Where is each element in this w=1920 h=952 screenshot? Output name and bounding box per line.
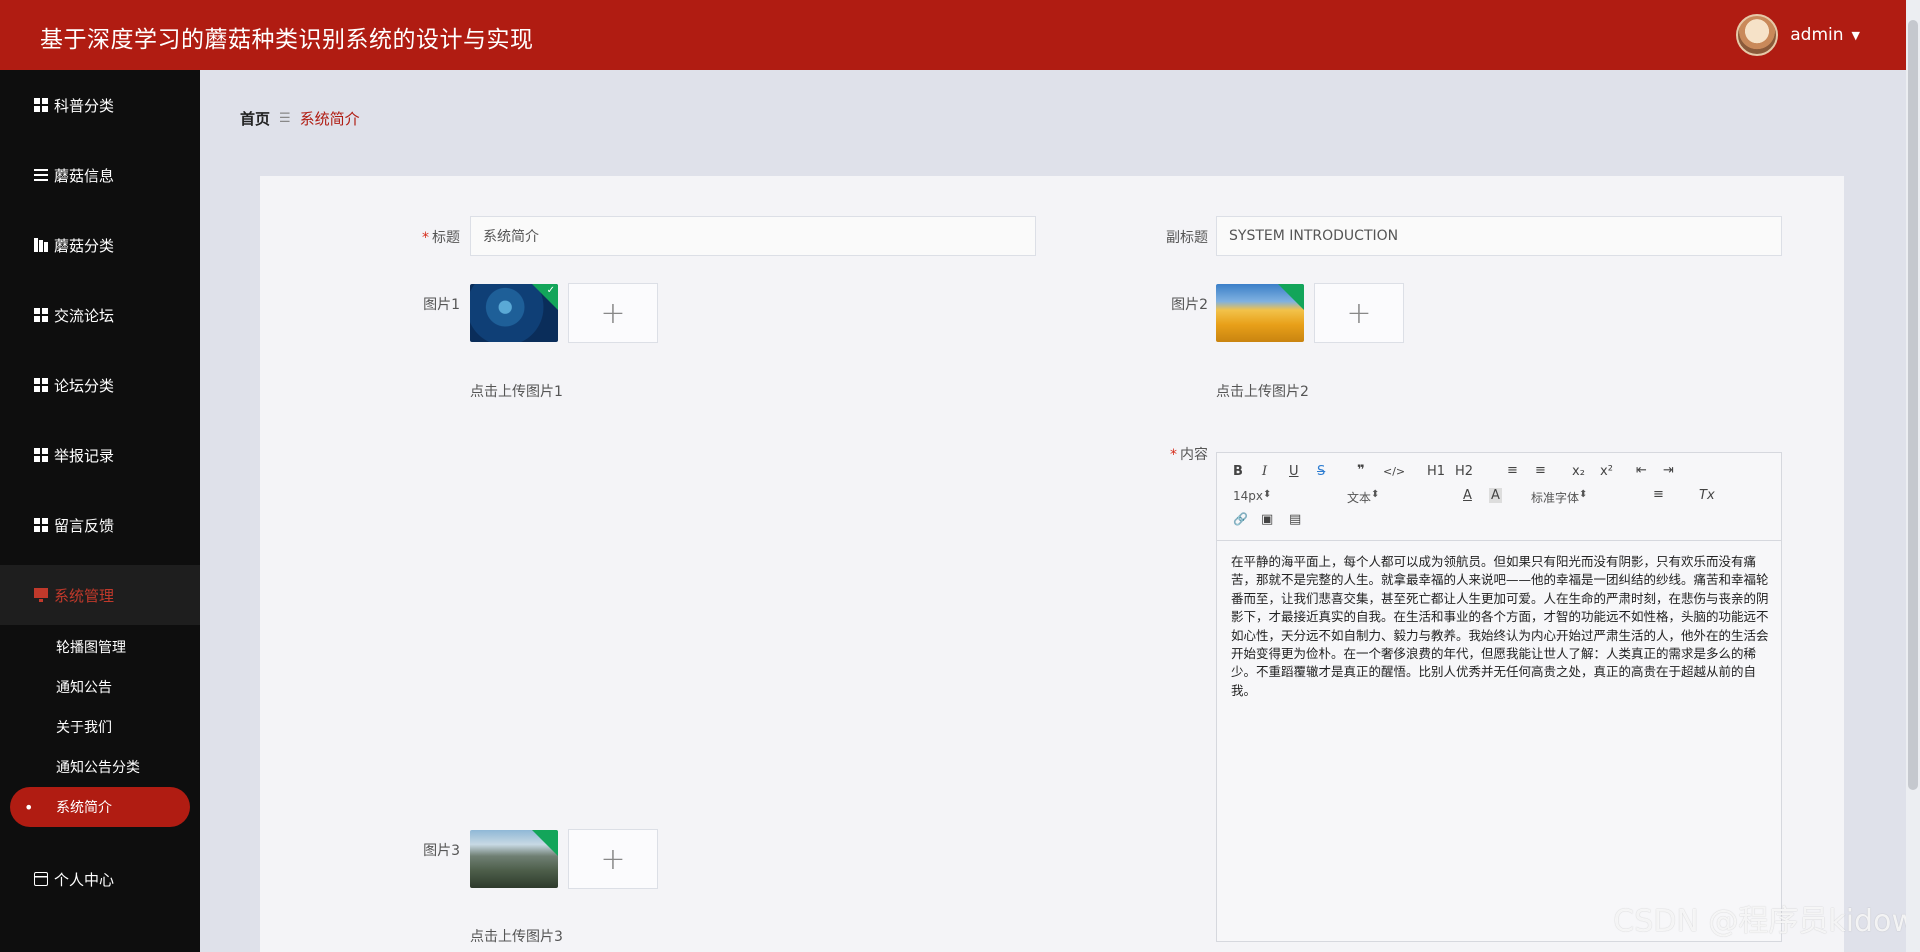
sidebar-item-mushroom-category[interactable]: 蘑菇分类 (0, 215, 200, 275)
image3-upload-button[interactable]: + (568, 829, 658, 889)
watermark: CSDN @程序员kidow (1613, 904, 1916, 939)
align-icon[interactable]: ≡ (1653, 487, 1664, 502)
page-scrollbar[interactable] (1906, 0, 1920, 952)
image-icon[interactable]: ▣ (1261, 512, 1273, 527)
sidebar-subitem-notice-category[interactable]: 通知公告分类 (56, 749, 140, 785)
card-icon (34, 872, 48, 886)
italic-icon[interactable]: I (1262, 464, 1267, 479)
top-header: 基于深度学习的蘑菇种类识别系统的设计与实现 admin ▼ (0, 0, 1920, 70)
subtitle-input[interactable]: SYSTEM INTRODUCTION (1216, 216, 1782, 256)
sidebar-item-label: 科普分类 (54, 96, 115, 115)
title-label: * 标题 (422, 230, 460, 246)
editor-content[interactable]: 在平静的海平面上，每个人都可以成为领航员。但如果只有阳光而没有阴影，只有欢乐而没… (1231, 553, 1771, 700)
grid-icon (34, 518, 48, 532)
scrollbar-thumb[interactable] (1908, 20, 1918, 790)
sidebar-subitem-notices[interactable]: 通知公告 (56, 669, 112, 705)
text-color-icon[interactable]: A (1463, 488, 1472, 503)
underline-icon[interactable]: U (1289, 464, 1299, 479)
strikethrough-icon[interactable]: S (1317, 464, 1325, 479)
breadcrumb-current: 系统简介 (299, 110, 360, 128)
sidebar-item-forum[interactable]: 交流论坛 (0, 285, 200, 345)
image2-hint: 点击上传图片2 (1216, 384, 1309, 400)
font-family-select[interactable]: 标准字体 (1531, 489, 1631, 506)
title-input[interactable]: 系统简介 (470, 216, 1036, 256)
breadcrumb: 首页 ☰ 系统简介 (240, 108, 360, 129)
heading2-icon[interactable]: H2 (1455, 464, 1473, 479)
sidebar-item-label: 留言反馈 (54, 516, 115, 535)
grid-icon (34, 308, 48, 322)
sidebar-item-label: 个人中心 (54, 870, 115, 889)
clear-format-icon[interactable]: Tx (1699, 488, 1715, 503)
superscript-icon[interactable]: x² (1600, 464, 1613, 479)
bullet-list-icon[interactable]: ≡ (1535, 463, 1546, 478)
code-icon[interactable]: </> (1383, 465, 1405, 478)
subscript-icon[interactable]: x₂ (1572, 464, 1585, 479)
check-icon: ✓ (546, 285, 555, 296)
sidebar-item-forum-category[interactable]: 论坛分类 (0, 355, 200, 415)
grid-icon (34, 98, 48, 112)
sidebar-item-label: 系统管理 (54, 586, 115, 605)
sidebar: 科普分类 蘑菇信息 蘑菇分类 交流论坛 论坛分类 举报记录 留言反馈 系统管理 … (0, 70, 200, 952)
app-title: 基于深度学习的蘑菇种类识别系统的设计与实现 (40, 27, 534, 53)
sidebar-item-label: 举报记录 (54, 446, 115, 465)
background-color-icon[interactable]: A (1489, 488, 1502, 503)
blockquote-icon[interactable]: ❞ (1357, 463, 1365, 478)
sidebar-item-feedback[interactable]: 留言反馈 (0, 495, 200, 555)
username[interactable]: admin (1790, 25, 1843, 45)
sidebar-subitem-about-us[interactable]: 关于我们 (56, 709, 112, 745)
monitor-icon (34, 588, 48, 602)
book-icon (34, 238, 48, 252)
font-size-select[interactable]: 14px (1233, 489, 1321, 503)
sidebar-subitem-system-intro[interactable]: 系统简介 (10, 787, 190, 827)
image2-upload-button[interactable]: + (1314, 283, 1404, 343)
avatar[interactable] (1736, 14, 1779, 56)
list-icon (34, 168, 48, 182)
breadcrumb-home[interactable]: 首页 (240, 108, 270, 129)
grid-icon (34, 448, 48, 462)
sidebar-item-reports[interactable]: 举报记录 (0, 425, 200, 485)
rich-text-editor[interactable]: B I U S ❞ </> H1 H2 ≡ ≡ x₂ x² ⇤ ⇥ 14px 文… (1216, 452, 1782, 942)
image1-upload-button[interactable]: + (568, 283, 658, 343)
image2-thumbnail[interactable] (1216, 284, 1304, 342)
editor-toolbar: B I U S ❞ </> H1 H2 ≡ ≡ x₂ x² ⇤ ⇥ 14px 文… (1217, 453, 1781, 541)
menu-icon: ☰ (279, 111, 291, 126)
video-icon[interactable]: ▤ (1289, 512, 1301, 527)
image3-thumbnail[interactable] (470, 830, 558, 888)
user-menu[interactable]: admin ▼ (1736, 14, 1860, 56)
outdent-icon[interactable]: ⇤ (1636, 463, 1647, 478)
image1-thumbnail[interactable]: ✓ (470, 284, 558, 342)
sidebar-item-label: 论坛分类 (54, 376, 115, 395)
subtitle-label: 副标题 (1166, 230, 1208, 246)
caret-down-icon[interactable]: ▼ (1852, 29, 1860, 42)
sidebar-item-label: 蘑菇分类 (54, 236, 115, 255)
sidebar-item-personal-center[interactable]: 个人中心 (0, 849, 200, 909)
image2-label: 图片2 (1171, 297, 1208, 313)
sidebar-subitem-carousel[interactable]: 轮播图管理 (56, 629, 126, 665)
indent-icon[interactable]: ⇥ (1663, 463, 1674, 478)
sidebar-item-system-management[interactable]: 系统管理 (0, 565, 200, 625)
image1-hint: 点击上传图片1 (470, 384, 563, 400)
image3-label: 图片3 (423, 843, 460, 859)
link-icon[interactable]: 🔗 (1233, 512, 1248, 526)
ordered-list-icon[interactable]: ≡ (1507, 463, 1518, 478)
image3-hint: 点击上传图片3 (470, 929, 563, 945)
sidebar-item-science-category[interactable]: 科普分类 (0, 75, 200, 135)
image1-label: 图片1 (423, 297, 460, 313)
sidebar-item-label: 蘑菇信息 (54, 166, 115, 185)
grid-icon (34, 378, 48, 392)
sidebar-item-mushroom-info[interactable]: 蘑菇信息 (0, 145, 200, 205)
bold-icon[interactable]: B (1233, 464, 1243, 479)
heading1-icon[interactable]: H1 (1427, 464, 1445, 479)
sidebar-item-label: 交流论坛 (54, 306, 115, 325)
block-type-select[interactable]: 文本 (1347, 489, 1435, 506)
content-label: * 内容 (1170, 447, 1208, 463)
